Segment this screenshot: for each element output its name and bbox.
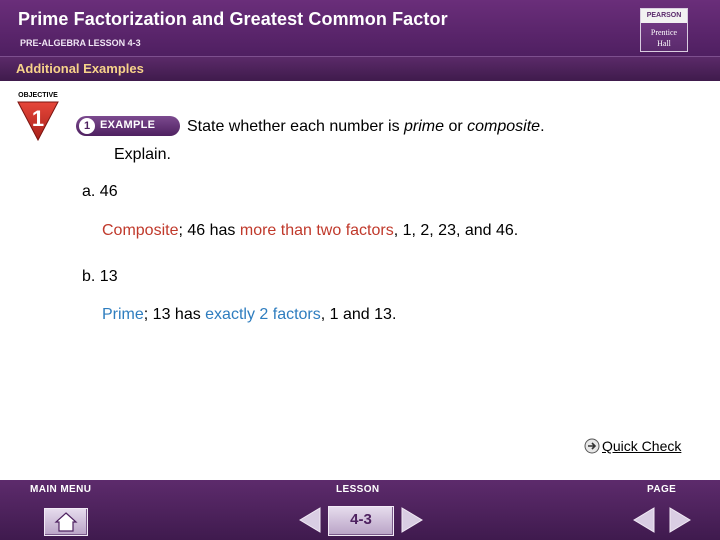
problem-prime: prime (404, 118, 445, 135)
answer-keyword: Prime (102, 306, 144, 323)
answer-text-end: , 1 and 13. (320, 306, 397, 323)
pearson-logo: PEARSON Prentice Hall (640, 8, 688, 52)
quick-check-arrow-icon (584, 438, 600, 454)
problem-text: State whether each number is (187, 118, 405, 135)
problem-or: or (444, 118, 468, 135)
part-a-answer: Composite; 46 has more than two factors,… (102, 222, 518, 240)
example-number: 1 (79, 118, 95, 134)
main-menu-label: MAIN MENU (30, 484, 92, 495)
objective-label: OBJECTIVE (18, 92, 58, 99)
lesson-button[interactable]: 4-3 (328, 506, 394, 536)
objective-number: 1 (32, 106, 44, 131)
lesson-number: 4-3 (350, 511, 372, 528)
previous-lesson-button[interactable] (296, 506, 324, 534)
home-icon (54, 512, 78, 532)
objective-badge: OBJECTIVE 1 (12, 92, 64, 142)
problem-line-1: State whether each number is prime or co… (187, 118, 545, 136)
problem-composite: composite (467, 118, 541, 135)
quick-check-label: Quick Check (602, 438, 682, 454)
lesson-subtitle: PRE-ALGEBRA LESSON 4-3 (20, 38, 141, 48)
answer-text: ; 46 has (178, 222, 240, 239)
answer-highlight: more than two factors (239, 222, 394, 239)
part-b-label: b. 13 (82, 268, 118, 285)
main-menu-button[interactable] (44, 508, 88, 536)
section-label: Additional Examples (16, 61, 144, 76)
part-b-answer: Prime; 13 has exactly 2 factors, 1 and 1… (102, 306, 396, 324)
page-label: PAGE (647, 484, 677, 495)
example-label: EXAMPLE (100, 119, 156, 131)
logo-bottom: Prentice Hall (641, 24, 687, 51)
logo-top-text: PEARSON (641, 9, 687, 23)
section-bar: Additional Examples (0, 56, 720, 81)
answer-highlight: exactly 2 factors (205, 306, 321, 323)
next-page-button[interactable] (666, 506, 694, 534)
footer-nav: MAIN MENU LESSON PAGE 4-3 (0, 480, 720, 540)
logo-line1: Prentice (650, 28, 678, 37)
objective-shield-icon: 1 (17, 101, 59, 142)
page-title: Prime Factorization and Greatest Common … (18, 9, 448, 29)
part-a-label: a. 46 (82, 183, 118, 200)
answer-keyword: Composite (102, 222, 179, 239)
header-bar: Prime Factorization and Greatest Common … (0, 0, 720, 56)
lesson-label: LESSON (336, 484, 380, 495)
logo-line2: Hall (657, 39, 671, 48)
previous-page-button[interactable] (630, 506, 658, 534)
example-badge: 1 EXAMPLE (76, 116, 180, 136)
next-lesson-button[interactable] (398, 506, 426, 534)
answer-text-end: , 1, 2, 23, and 46. (393, 222, 519, 239)
problem-period: . (540, 118, 545, 135)
quick-check-link[interactable]: Quick Check (584, 437, 681, 455)
answer-text: ; 13 has (143, 306, 206, 323)
problem-line-2: Explain. (114, 146, 171, 163)
